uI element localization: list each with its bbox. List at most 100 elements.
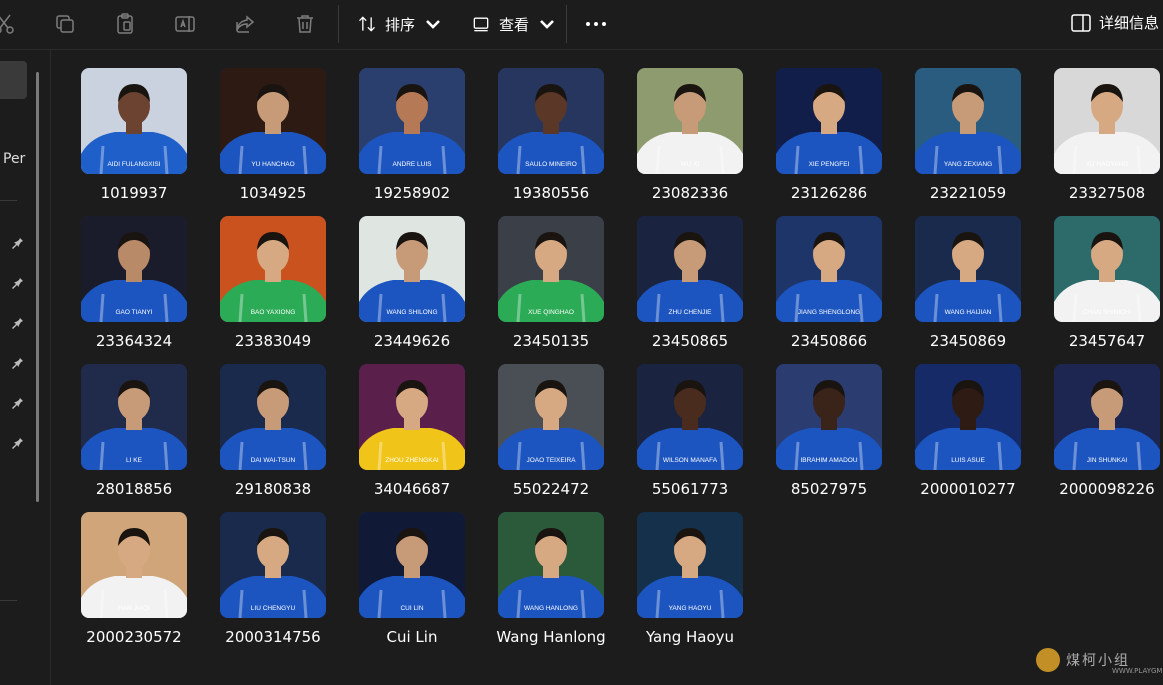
watermark-url: WWW.PLAYGM.CC xyxy=(1112,667,1163,675)
file-name-label[interactable]: Yang Haoyu xyxy=(621,628,760,646)
jersey-name-text: SAULO MINEIRO xyxy=(525,161,577,168)
details-pane-button[interactable]: 详细信息 xyxy=(1071,12,1159,33)
pin-icon[interactable] xyxy=(10,434,24,449)
file-name-label[interactable]: 23364324 xyxy=(65,332,204,350)
copy-icon[interactable] xyxy=(53,12,77,36)
more-options-icon[interactable] xyxy=(586,22,606,26)
jersey-name-text: YANG HAOYU xyxy=(669,605,712,612)
file-thumbnail[interactable]: XU HAOYANG xyxy=(1054,68,1160,174)
file-name-label[interactable]: 29180838 xyxy=(204,480,343,498)
file-name-label[interactable]: 23126286 xyxy=(760,184,899,202)
jersey-name-text: GAO TIANYI xyxy=(115,309,152,316)
file-thumbnail[interactable]: ANDRE LUIS xyxy=(359,68,465,174)
file-thumbnail[interactable]: LUIS ASUE xyxy=(915,364,1021,470)
file-thumbnail[interactable]: DAI WAI-TSUN xyxy=(220,364,326,470)
view-label: 查看 xyxy=(499,15,530,34)
command-bar: 排序 查看 详细信息 xyxy=(0,0,1163,50)
file-thumbnail[interactable]: WU XI xyxy=(637,68,743,174)
jersey-name-text: WANG HAIJIAN xyxy=(945,309,992,316)
file-name-label[interactable]: 2000010277 xyxy=(899,480,1038,498)
file-thumbnail[interactable]: CHAN SHINICHI xyxy=(1054,216,1160,322)
pin-icon[interactable] xyxy=(10,314,24,329)
file-thumbnail[interactable]: LIU CHENGYU xyxy=(220,512,326,618)
file-name-label[interactable]: 2000230572 xyxy=(65,628,204,646)
nav-item-selected[interactable] xyxy=(0,61,27,99)
file-name-label[interactable]: 23082336 xyxy=(621,184,760,202)
file-name-label[interactable]: 23450869 xyxy=(899,332,1038,350)
file-thumbnail[interactable]: CUI LIN xyxy=(359,512,465,618)
watermark-logo-icon xyxy=(1036,648,1060,672)
file-name-label[interactable]: 19258902 xyxy=(343,184,482,202)
details-pane-icon xyxy=(1071,13,1091,32)
chevron-down-icon xyxy=(540,20,554,29)
file-thumbnail[interactable]: WILSON MANAFA xyxy=(637,364,743,470)
sort-button[interactable]: 排序 xyxy=(357,10,443,38)
file-name-label[interactable]: 55022472 xyxy=(482,480,621,498)
file-thumbnail[interactable]: SAULO MINEIRO xyxy=(498,68,604,174)
jersey-name-text: CUI LIN xyxy=(400,605,423,612)
file-name-label[interactable]: 2000098226 xyxy=(1038,480,1163,498)
sort-label: 排序 xyxy=(385,15,416,34)
nav-item-label[interactable]: Per xyxy=(3,151,25,167)
jersey-name-text: LUIS ASUE xyxy=(951,457,985,464)
file-name-label[interactable]: Cui Lin xyxy=(343,628,482,646)
pin-icon[interactable] xyxy=(10,354,24,369)
jersey-name-text: XU HAOYANG xyxy=(1086,161,1129,168)
cut-icon[interactable] xyxy=(0,12,16,36)
delete-icon[interactable] xyxy=(293,12,317,36)
file-thumbnail[interactable]: JIN SHUNKAI xyxy=(1054,364,1160,470)
file-thumbnail[interactable]: WANG HAIJIAN xyxy=(915,216,1021,322)
file-name-label[interactable]: 23450865 xyxy=(621,332,760,350)
rename-icon[interactable] xyxy=(173,12,197,36)
file-name-label[interactable]: 2000314756 xyxy=(204,628,343,646)
jersey-name-text: HAN JIAQI xyxy=(118,605,150,612)
file-name-label[interactable]: 23221059 xyxy=(899,184,1038,202)
file-name-label[interactable]: 28018856 xyxy=(65,480,204,498)
nav-divider xyxy=(0,200,17,201)
file-thumbnail[interactable]: ZHOU ZHENGKAI xyxy=(359,364,465,470)
file-thumbnail[interactable]: YANG HAOYU xyxy=(637,512,743,618)
file-thumbnail[interactable]: XIE PENGFEI xyxy=(776,68,882,174)
jersey-name-text: YANG ZEXIANG xyxy=(944,161,992,168)
paste-icon[interactable] xyxy=(113,12,137,36)
file-thumbnail[interactable]: GAO TIANYI xyxy=(81,216,187,322)
file-thumbnail[interactable]: YANG ZEXIANG xyxy=(915,68,1021,174)
file-thumbnail[interactable]: IBRAHIM AMADOU xyxy=(776,364,882,470)
file-thumbnail[interactable]: HAN JIAQI xyxy=(81,512,187,618)
file-thumbnail[interactable]: AIDI FULANGXISI xyxy=(81,68,187,174)
file-name-label[interactable]: 55061773 xyxy=(621,480,760,498)
view-button[interactable]: 查看 xyxy=(471,10,557,38)
pin-icon[interactable] xyxy=(10,394,24,409)
file-name-label[interactable]: 23383049 xyxy=(204,332,343,350)
file-thumbnail[interactable]: JIANG SHENGLONG xyxy=(776,216,882,322)
file-name-label[interactable]: 23327508 xyxy=(1038,184,1163,202)
file-name-label[interactable]: 34046687 xyxy=(343,480,482,498)
file-name-label[interactable]: 23457647 xyxy=(1038,332,1163,350)
file-name-label[interactable]: 23449626 xyxy=(343,332,482,350)
file-thumbnail[interactable]: WANG SHILONG xyxy=(359,216,465,322)
file-name-label[interactable]: 19380556 xyxy=(482,184,621,202)
jersey-name-text: LI KE xyxy=(126,457,143,464)
file-thumbnail[interactable]: JOAO TEIXEIRA xyxy=(498,364,604,470)
file-name-label[interactable]: 1034925 xyxy=(204,184,343,202)
file-name-label[interactable]: Wang Hanlong xyxy=(482,628,621,646)
file-name-label[interactable]: 85027975 xyxy=(760,480,899,498)
jersey-name-text: WILSON MANAFA xyxy=(663,457,718,464)
nav-divider xyxy=(0,600,17,601)
file-thumbnail[interactable]: WANG HANLONG xyxy=(498,512,604,618)
nav-scrollbar[interactable] xyxy=(36,72,39,502)
file-thumbnail[interactable]: XUE QINGHAO xyxy=(498,216,604,322)
file-name-label[interactable]: 1019937 xyxy=(65,184,204,202)
jersey-name-text: JIANG SHENGLONG xyxy=(798,309,860,316)
file-thumbnail[interactable]: ZHU CHENJIE xyxy=(637,216,743,322)
pin-icon[interactable] xyxy=(10,234,24,249)
pin-icon[interactable] xyxy=(10,274,24,289)
jersey-name-text: ZHOU ZHENGKAI xyxy=(385,457,439,464)
file-thumbnail[interactable]: LI KE xyxy=(81,364,187,470)
toolbar-divider xyxy=(566,5,567,43)
share-icon[interactable] xyxy=(233,12,257,36)
file-thumbnail[interactable]: BAO YAXIONG xyxy=(220,216,326,322)
file-name-label[interactable]: 23450866 xyxy=(760,332,899,350)
file-name-label[interactable]: 23450135 xyxy=(482,332,621,350)
file-thumbnail[interactable]: YU HANCHAO xyxy=(220,68,326,174)
